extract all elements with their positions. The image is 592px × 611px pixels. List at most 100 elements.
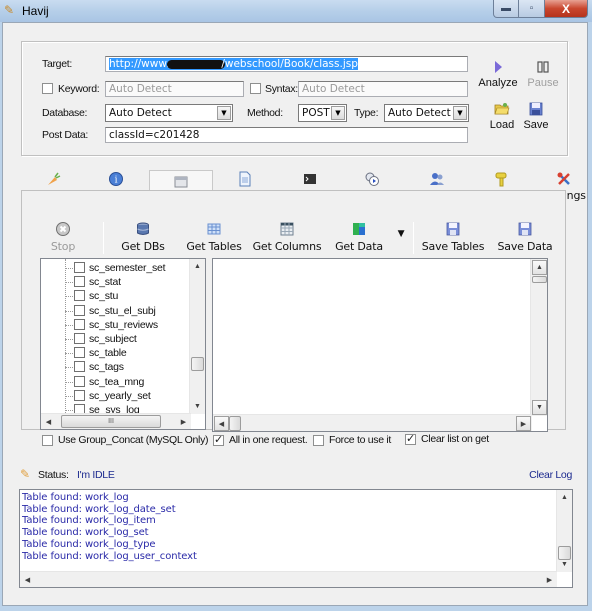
tree-item-checkbox[interactable]	[74, 276, 85, 288]
save-button[interactable]: Save	[521, 101, 551, 131]
tree-connector	[65, 381, 73, 383]
maximize-button[interactable]: ▫	[519, 0, 545, 18]
method-select[interactable]: POST ▼	[298, 104, 347, 122]
use-group-concat-label: Use Group_Concat (MySQL Only)	[58, 434, 209, 446]
table-tree[interactable]: sc_semester_set sc_stat sc_stu sc_stu_el_su…	[40, 258, 206, 430]
scroll-up-arrow[interactable]: ▲	[557, 490, 572, 505]
database-select[interactable]: Auto Detect ▼	[105, 104, 233, 122]
tree-item-checkbox[interactable]	[74, 347, 85, 359]
scroll-left-arrow[interactable]: ◀	[214, 416, 229, 431]
clear-log-link[interactable]: Clear Log	[529, 469, 572, 481]
type-label: Type:	[354, 107, 379, 119]
scroll-up-arrow[interactable]: ▲	[532, 260, 547, 275]
get-data-dropdown[interactable]: ▼	[395, 229, 407, 239]
title-bar[interactable]: ✎ Havij ▬ ▫ X	[0, 0, 592, 22]
scroll-right-arrow[interactable]: ▶	[516, 416, 531, 431]
load-button[interactable]: Load	[487, 101, 517, 131]
tree-item-checkbox[interactable]	[74, 318, 85, 330]
post-data-input[interactable]: classId=c201428	[105, 127, 468, 143]
tree-vertical-scrollbar[interactable]: ▲ ▼	[189, 259, 205, 414]
log-output[interactable]: Table found: work_log Table found: work_l…	[19, 489, 573, 588]
scroll-thumb[interactable]	[229, 416, 241, 431]
tree-horizontal-scrollbar[interactable]: ◀ III ▶	[41, 413, 191, 429]
keyword-input[interactable]: Auto Detect	[105, 81, 244, 97]
floppy-disk-icon	[518, 222, 532, 236]
minimize-icon: ▬	[501, 3, 511, 14]
log-line: Table found: work_log_item	[22, 515, 156, 527]
clear-list-label: Clear list on get	[421, 433, 489, 445]
tree-item[interactable]: sc_tags	[41, 360, 191, 374]
grid-horizontal-scrollbar[interactable]: ◀ ▶	[213, 414, 532, 431]
tree-item-checkbox[interactable]	[74, 290, 85, 302]
tree-connector	[65, 268, 73, 269]
tree-item[interactable]: sc_stu_el_subj	[41, 304, 191, 318]
floppy-disk-icon	[446, 222, 460, 236]
close-button[interactable]: X	[545, 0, 588, 18]
tree-item-label: sc_stu	[89, 290, 119, 303]
scroll-down-arrow[interactable]: ▼	[532, 400, 547, 415]
get-data-button[interactable]: Get Data	[334, 221, 384, 253]
pause-icon	[537, 61, 549, 73]
stop-icon	[56, 222, 70, 236]
tree-item-checkbox[interactable]	[74, 375, 85, 387]
get-columns-button[interactable]: Get Columns	[252, 221, 322, 253]
scroll-left-arrow[interactable]: ◀	[20, 572, 35, 587]
scroll-thumb[interactable]	[191, 357, 204, 371]
tree-item[interactable]: sc_yearly_set	[41, 389, 191, 403]
maximize-icon: ▫	[529, 3, 534, 14]
tree-connector	[65, 367, 73, 369]
save-tables-button[interactable]: Save Tables	[421, 221, 485, 253]
keyword-label: Keyword:	[58, 83, 100, 95]
scroll-left-arrow[interactable]: ◀	[41, 414, 56, 429]
tree-item[interactable]: sc_semester_set	[41, 261, 191, 275]
tree-item[interactable]: sc_stu	[41, 289, 191, 303]
tree-item-checkbox[interactable]	[74, 262, 85, 273]
scroll-thumb[interactable]: III	[61, 415, 161, 428]
scroll-down-arrow[interactable]: ▼	[557, 557, 572, 572]
close-icon: X	[561, 1, 570, 16]
type-select[interactable]: Auto Detect ▼	[384, 104, 469, 122]
tree-item[interactable]: sc_stat	[41, 275, 191, 289]
target-input[interactable]: http://www./webschool/Book/class.jsp	[105, 56, 468, 72]
scroll-right-arrow[interactable]: ▶	[542, 572, 557, 587]
grid-vertical-scrollbar[interactable]: ▲ ▼	[530, 259, 547, 416]
analyze-button[interactable]: Analyze	[477, 59, 519, 89]
tree-item-checkbox[interactable]	[74, 333, 85, 344]
save-data-button[interactable]: Save Data	[497, 221, 553, 253]
log-vertical-scrollbar[interactable]: ▲ ▼	[556, 490, 572, 572]
tree-connector	[65, 395, 73, 397]
scroll-right-arrow[interactable]: ▶	[176, 414, 191, 429]
scroll-thumb[interactable]	[532, 276, 547, 283]
scroll-up-arrow[interactable]: ▲	[190, 259, 205, 274]
syntax-input[interactable]: Auto Detect	[298, 81, 468, 97]
tree-item[interactable]: sc_tea_mng	[41, 375, 191, 389]
tree-item[interactable]: sc_table	[41, 346, 191, 360]
tree-item-checkbox[interactable]	[74, 304, 85, 316]
get-dbs-button[interactable]: Get DBs	[118, 221, 168, 253]
clear-list-checkbox[interactable]	[405, 432, 416, 445]
status-label: Status:	[38, 469, 69, 481]
tree-connector	[65, 310, 73, 312]
tree-connector	[65, 282, 73, 284]
force-to-use-checkbox[interactable]	[313, 435, 324, 446]
tree-item-checkbox[interactable]	[74, 389, 85, 401]
keyword-checkbox[interactable]	[42, 83, 53, 94]
all-in-one-checkbox[interactable]	[213, 433, 224, 446]
users-icon	[430, 173, 444, 185]
log-horizontal-scrollbar[interactable]: ◀ ▶	[20, 571, 557, 587]
pause-button[interactable]: Pause	[525, 59, 561, 89]
syntax-checkbox[interactable]	[250, 83, 261, 94]
tree-item-checkbox[interactable]	[74, 361, 85, 373]
svg-text:i: i	[115, 176, 118, 186]
tab-about[interactable]: About	[32, 147, 74, 202]
get-tables-button[interactable]: Get Tables	[185, 221, 243, 253]
window-title: Havij	[22, 4, 49, 18]
use-group-concat-checkbox[interactable]	[42, 435, 53, 446]
minimize-button[interactable]: ▬	[493, 0, 519, 18]
carrot-icon	[48, 172, 61, 185]
tree-item[interactable]: sc_stu_reviews	[41, 318, 191, 332]
scroll-down-arrow[interactable]: ▼	[190, 399, 205, 414]
stop-button[interactable]: Stop	[46, 221, 80, 253]
data-grid[interactable]: ▲ ▼ ◀ ▶	[212, 258, 548, 432]
tree-item[interactable]: sc_subject	[41, 332, 191, 346]
